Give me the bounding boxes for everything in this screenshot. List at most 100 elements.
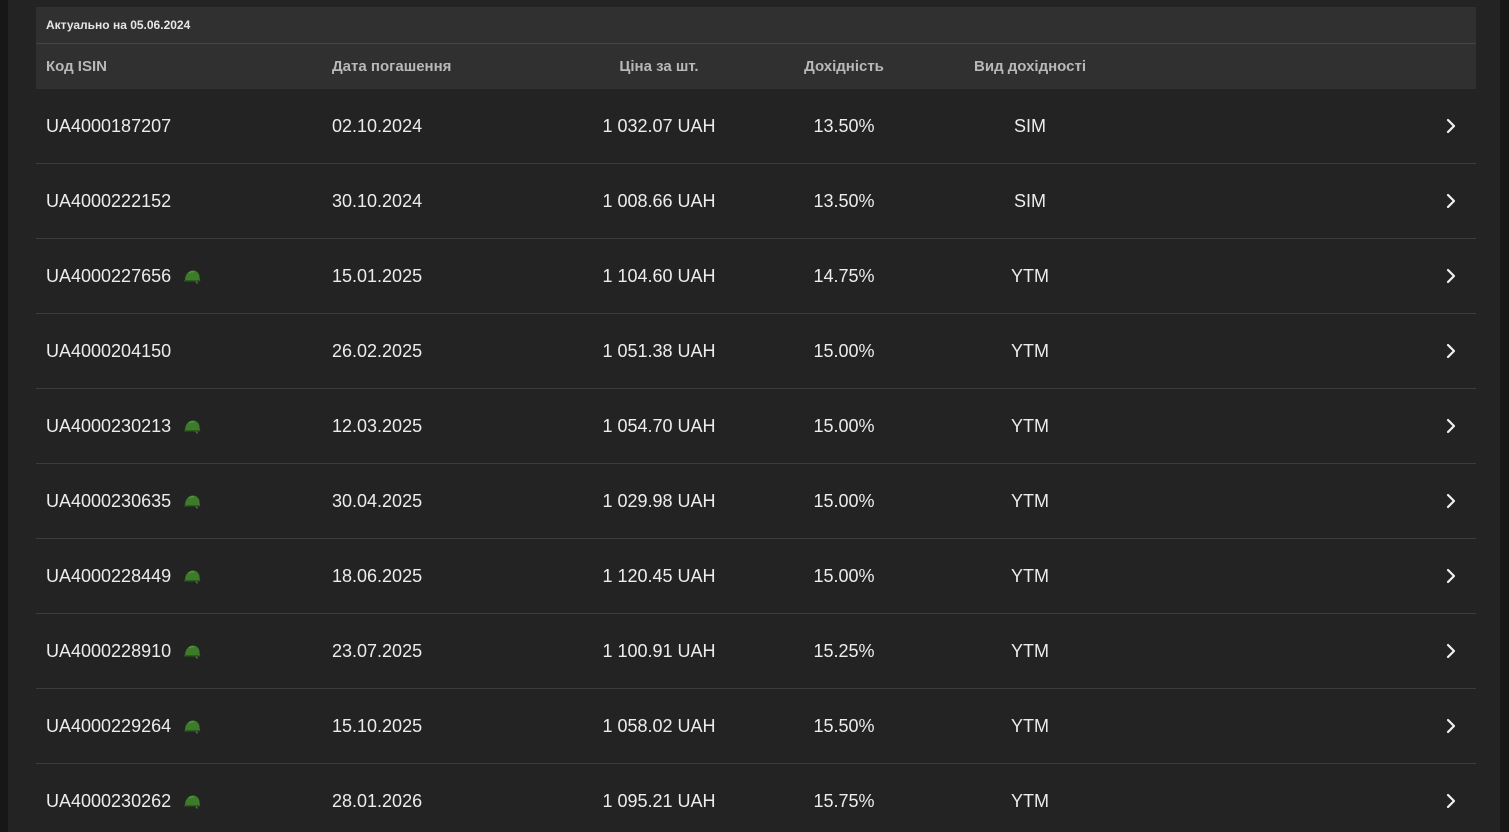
military-helmet-icon <box>184 795 201 809</box>
chevron-right-icon <box>1446 418 1456 434</box>
header-maturity-date: Дата погашення <box>332 58 452 75</box>
chevron-right-icon <box>1446 118 1456 134</box>
maturity-date-cell: 18.06.2025 <box>332 565 423 586</box>
price-cell: 1 051.38 UAH <box>602 340 716 361</box>
yield-cell: 15.00% <box>813 340 875 361</box>
military-helmet-icon <box>184 420 201 434</box>
maturity-date-cell: 28.01.2026 <box>332 790 423 811</box>
maturity-date-cell: 02.10.2024 <box>332 115 423 136</box>
military-helmet-icon <box>184 270 201 284</box>
actual-date-label: Актуально на 05.06.2024 <box>36 7 1476 44</box>
price-cell: 1 058.02 UAH <box>602 715 716 736</box>
yield-cell: 13.50% <box>813 190 875 211</box>
chevron-right-icon <box>1446 793 1456 809</box>
table-row[interactable]: UA4000228910 23.07.2025 1 100.91 UAH 15.… <box>36 614 1476 689</box>
yield-type-cell: YTM <box>1011 715 1049 736</box>
isin-code: UA4000187207 <box>46 115 172 136</box>
yield-cell: 15.00% <box>813 415 875 436</box>
table-row[interactable]: UA4000230213 12.03.2025 1 054.70 UAH 15.… <box>36 389 1476 464</box>
yield-cell: 15.00% <box>813 565 875 586</box>
row-open-button[interactable] <box>1436 314 1466 388</box>
maturity-date-cell: 15.01.2025 <box>332 265 423 286</box>
military-helmet-icon <box>184 645 201 659</box>
isin-code: UA4000230635 <box>46 490 172 511</box>
chevron-right-icon <box>1446 268 1456 284</box>
table-row[interactable]: UA4000229264 15.10.2025 1 058.02 UAH 15.… <box>36 689 1476 764</box>
yield-cell: 15.00% <box>813 490 875 511</box>
maturity-date-cell: 12.03.2025 <box>332 415 423 436</box>
table-row[interactable]: UA4000228449 18.06.2025 1 120.45 UAH 15.… <box>36 539 1476 614</box>
table-row[interactable]: UA4000222152 30.10.2024 1 008.66 UAH 13.… <box>36 164 1476 239</box>
isin-code: UA4000230262 <box>46 790 172 811</box>
row-open-button[interactable] <box>1436 689 1466 763</box>
isin-code: UA4000229264 <box>46 715 172 736</box>
yield-cell: 14.75% <box>813 265 875 286</box>
header-isin: Код ISIN <box>46 58 107 75</box>
row-open-button[interactable] <box>1436 764 1466 832</box>
isin-cell: UA4000228910 <box>46 614 201 688</box>
isin-cell: UA4000229264 <box>46 689 201 763</box>
row-open-button[interactable] <box>1436 164 1466 238</box>
row-open-button[interactable] <box>1436 389 1466 463</box>
isin-cell: UA4000230262 <box>46 764 201 832</box>
isin-cell: UA4000230213 <box>46 389 201 463</box>
table-row[interactable]: UA4000204150 26.02.2025 1 051.38 UAH 15.… <box>36 314 1476 389</box>
chevron-right-icon <box>1446 493 1456 509</box>
yield-cell: 15.50% <box>813 715 875 736</box>
isin-code: UA4000204150 <box>46 340 172 361</box>
isin-cell: UA4000222152 <box>46 164 171 238</box>
table-row[interactable]: UA4000230262 28.01.2026 1 095.21 UAH 15.… <box>36 764 1476 832</box>
header-yield: Дохідність <box>804 58 884 75</box>
chevron-right-icon <box>1446 193 1456 209</box>
isin-code: UA4000228910 <box>46 640 172 661</box>
chevron-right-icon <box>1446 343 1456 359</box>
maturity-date-cell: 23.07.2025 <box>332 640 423 661</box>
isin-cell: UA4000204150 <box>46 314 171 388</box>
header-price: Ціна за шт. <box>619 58 699 75</box>
price-cell: 1 032.07 UAH <box>602 115 716 136</box>
isin-code: UA4000228449 <box>46 565 172 586</box>
row-open-button[interactable] <box>1436 239 1466 313</box>
price-cell: 1 008.66 UAH <box>602 190 716 211</box>
yield-cell: 13.50% <box>813 115 875 136</box>
yield-type-cell: SIM <box>1013 190 1046 211</box>
yield-type-cell: YTM <box>1011 490 1049 511</box>
table-row[interactable]: UA4000230635 30.04.2025 1 029.98 UAH 15.… <box>36 464 1476 539</box>
military-helmet-icon <box>184 495 201 509</box>
price-cell: 1 104.60 UAH <box>602 265 716 286</box>
military-helmet-icon <box>184 720 201 734</box>
isin-cell: UA4000187207 <box>46 89 171 163</box>
maturity-date-cell: 30.10.2024 <box>332 190 423 211</box>
maturity-date-cell: 26.02.2025 <box>332 340 423 361</box>
isin-code: UA4000222152 <box>46 190 172 211</box>
yield-type-cell: YTM <box>1011 265 1049 286</box>
table-body: UA4000187207 02.10.2024 1 032.07 UAH 13.… <box>36 89 1476 832</box>
row-open-button[interactable] <box>1436 464 1466 538</box>
price-cell: 1 120.45 UAH <box>602 565 716 586</box>
maturity-date-cell: 30.04.2025 <box>332 490 423 511</box>
isin-cell: UA4000227656 <box>46 239 201 313</box>
price-cell: 1 054.70 UAH <box>602 415 716 436</box>
isin-code: UA4000230213 <box>46 415 172 436</box>
table-row[interactable]: UA4000187207 02.10.2024 1 032.07 UAH 13.… <box>36 89 1476 164</box>
yield-cell: 15.25% <box>813 640 875 661</box>
bonds-table: Актуально на 05.06.2024 Код ISIN Дата по… <box>36 7 1476 832</box>
table-header: Код ISIN Дата погашення Ціна за шт. Дохі… <box>36 44 1476 89</box>
header-yield-type: Вид дохідності <box>974 58 1086 75</box>
price-cell: 1 029.98 UAH <box>602 490 716 511</box>
chevron-right-icon <box>1446 718 1456 734</box>
yield-type-cell: YTM <box>1011 790 1049 811</box>
row-open-button[interactable] <box>1436 539 1466 613</box>
row-open-button[interactable] <box>1436 614 1466 688</box>
yield-type-cell: YTM <box>1011 640 1049 661</box>
row-open-button[interactable] <box>1436 89 1466 163</box>
chevron-right-icon <box>1446 568 1456 584</box>
page: Актуально на 05.06.2024 Код ISIN Дата по… <box>0 0 1509 832</box>
yield-cell: 15.75% <box>813 790 875 811</box>
yield-type-cell: SIM <box>1013 115 1046 136</box>
isin-cell: UA4000230635 <box>46 464 201 538</box>
price-cell: 1 100.91 UAH <box>602 640 716 661</box>
yield-type-cell: YTM <box>1011 415 1049 436</box>
isin-code: UA4000227656 <box>46 265 172 286</box>
table-row[interactable]: UA4000227656 15.01.2025 1 104.60 UAH 14.… <box>36 239 1476 314</box>
